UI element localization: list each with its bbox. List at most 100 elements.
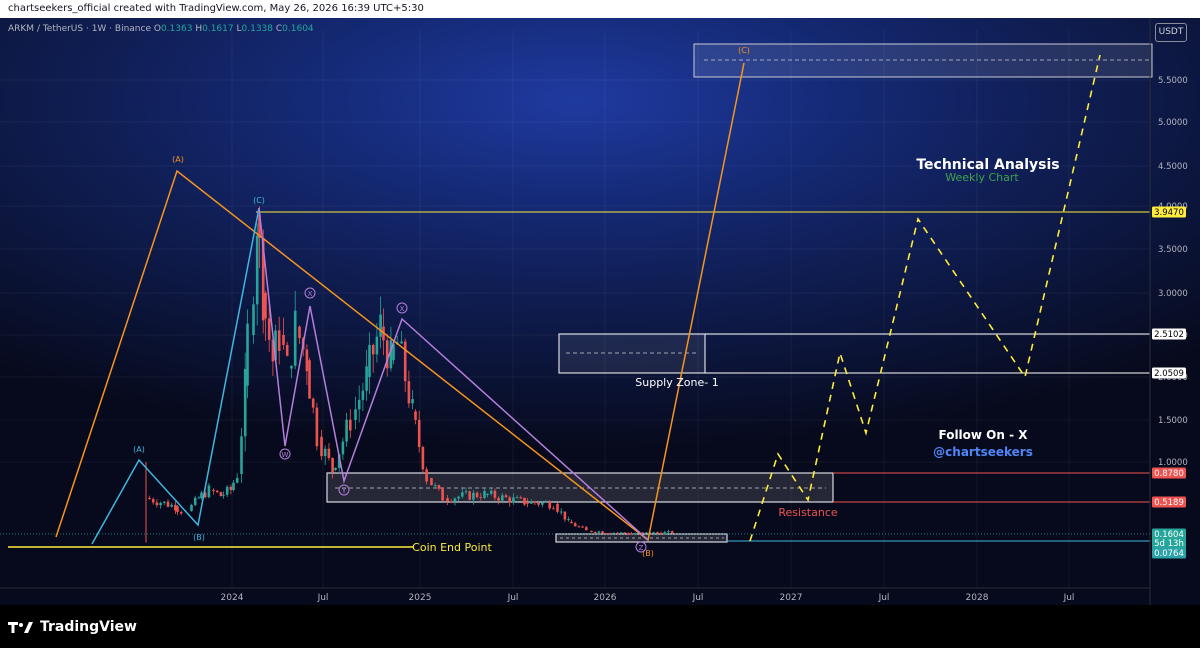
cyan-wave-label-c: (C) [253, 196, 265, 205]
price-badge-text: 3.9470 [1154, 208, 1184, 218]
candle-body [207, 485, 211, 498]
candle-body [190, 504, 193, 511]
candle-body [630, 533, 633, 535]
candle-body [667, 531, 670, 533]
cyan-wave-label-b: (B) [193, 533, 205, 542]
candle-body [464, 491, 468, 493]
follow-label: Follow On - X [938, 428, 1028, 442]
candle-body [493, 490, 497, 498]
candle-body [497, 497, 500, 501]
cyan-wave-label-a: (A) [133, 445, 145, 454]
candle-body [570, 521, 573, 524]
supply-zone-label: Supply Zone- 1 [635, 376, 718, 389]
candle-body [365, 366, 368, 391]
candle-body [308, 360, 311, 399]
resistance-label: Resistance [778, 506, 838, 519]
candle-body [327, 448, 331, 458]
credit-bar: chartseekers_official created with Tradi… [0, 0, 1200, 18]
plot-layer [0, 43, 1153, 548]
price-badge: 2.5102 [1152, 328, 1186, 340]
candle-body [255, 235, 259, 305]
candle-body [449, 501, 453, 503]
candle-body [475, 492, 479, 498]
currency-selector[interactable]: USDT [1155, 23, 1187, 42]
tradingview-logo[interactable]: TradingView [8, 619, 137, 635]
candle-body [605, 533, 608, 535]
candle-body [417, 419, 421, 448]
candle-body [334, 467, 337, 470]
candle-body [659, 532, 663, 535]
candle-body [163, 501, 166, 503]
candle-body [305, 349, 309, 372]
candle-body [430, 478, 433, 486]
candle-body [159, 502, 162, 506]
candle-body [354, 409, 357, 420]
candle-body [371, 344, 375, 355]
chart-canvas[interactable]: (A) (B) (C) (A) (B) (C) W X Y X Z Techni… [0, 18, 1200, 605]
candle-body [166, 501, 170, 507]
orange-wave-label-b: (B) [642, 549, 654, 558]
candle-body [379, 314, 382, 337]
candle-body [479, 497, 483, 499]
coin-end-point-label: Coin End Point [412, 541, 492, 554]
purple-wave-label-x2: X [396, 302, 408, 314]
candle-body [293, 310, 297, 366]
candle-body [345, 419, 348, 442]
candle-body [515, 497, 519, 499]
candle-body [212, 490, 215, 491]
candle-body [176, 506, 179, 512]
candle-body [437, 485, 441, 489]
candle-body [453, 498, 457, 502]
candle-body [267, 318, 271, 340]
candle-body [612, 532, 615, 534]
candle-body [489, 490, 493, 494]
x-tick-label: 2028 [966, 593, 989, 603]
candle-body [619, 532, 623, 534]
candle-body [349, 419, 352, 431]
candle-body [590, 530, 593, 532]
ohlc-open-label: O [153, 24, 161, 34]
candle-body [403, 341, 407, 382]
symbol-legend[interactable]: ARKM / TetherUS · 1W · Binance O0.1363 H… [8, 24, 314, 34]
candle-body [519, 497, 523, 499]
candle-body [670, 531, 674, 534]
analysis-subtitle: Weekly Chart [945, 171, 1019, 184]
x-tick-label: 2025 [409, 593, 432, 603]
candle-body [414, 411, 417, 420]
purple-wave-label-w: W [279, 448, 291, 460]
candle-body [285, 344, 289, 356]
y-tick-label: 4.5000 [1158, 162, 1188, 172]
candle-body [512, 497, 515, 503]
candle-body [311, 398, 315, 408]
price-badge: 0.5189 [1152, 496, 1186, 508]
candle-body [446, 498, 449, 502]
candle-body [219, 492, 223, 497]
x-tick-label: 2024 [221, 593, 244, 603]
candle-body [264, 293, 267, 319]
candle-body [641, 532, 644, 534]
symbol-title: ARKM / TetherUS · 1W · Binance [8, 24, 151, 34]
candle-body [200, 492, 203, 498]
x-axis[interactable]: 2024 Jul 2025 Jul 2026 Jul 2027 Jul 2028 Jul [0, 587, 1150, 603]
purple-wave-label-x2-text: X [400, 305, 405, 313]
y-axis[interactable]: 1.00001.50002.00002.50003.00003.50004.00… [1149, 18, 1188, 605]
x-tick-label: 2027 [780, 593, 803, 603]
candle-body [341, 441, 345, 455]
y-tick-label: 3.0000 [1158, 289, 1188, 299]
price-badge: 3.9470 [1152, 206, 1186, 218]
candle-body [298, 326, 301, 339]
orange-wave-label-a: (A) [172, 155, 184, 164]
purple-wave-label-x1-text: X [308, 290, 313, 298]
candle-body [357, 399, 361, 410]
chart-area[interactable]: (A) (B) (C) (A) (B) (C) W X Y X Z Techni… [0, 18, 1200, 605]
ohlc-open-value: 0.1363 [160, 24, 193, 34]
candle-body [663, 532, 667, 535]
tradingview-brand-text: TradingView [40, 619, 137, 635]
candle-body [501, 495, 504, 501]
orange-wave-label-c: (C) [738, 46, 750, 55]
candle-body [361, 390, 365, 400]
candle-body [411, 399, 414, 404]
candle-body [331, 457, 334, 473]
candle-body [486, 493, 489, 495]
candle-body [407, 381, 411, 404]
